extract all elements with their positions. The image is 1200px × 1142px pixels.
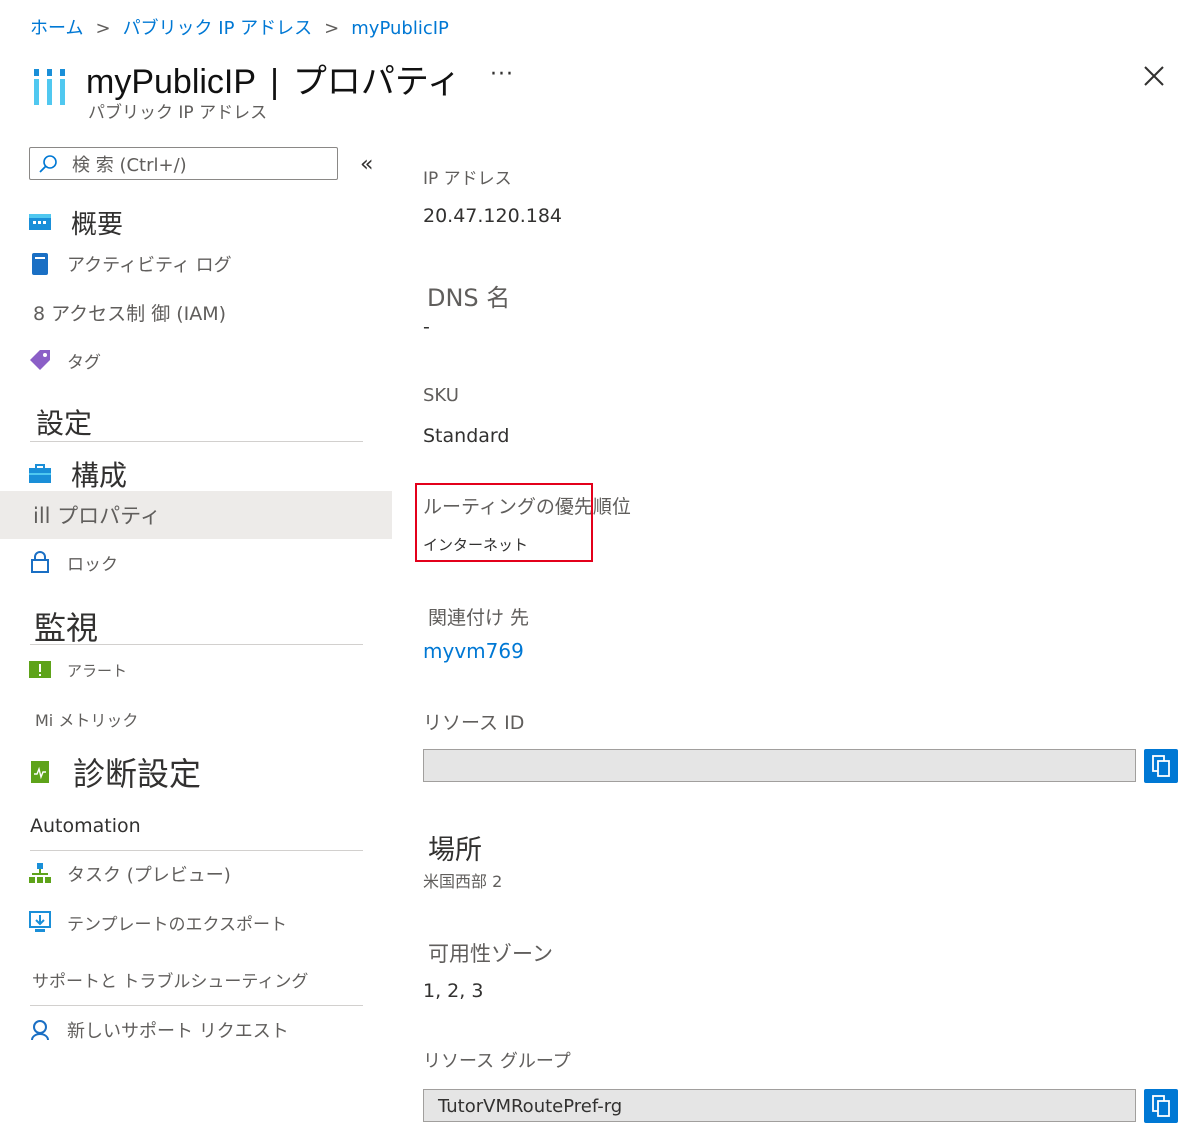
page-subtitle: パブリック IP アドレス [88, 103, 268, 123]
blade-title: プロパティ [292, 63, 461, 101]
dns-name-label: DNS 名 [427, 284, 511, 312]
sidebar-item-diagnostic-settings[interactable]: 診断設定 [0, 750, 392, 794]
sidebar-item-activity-log[interactable]: アクティビティ ログ [0, 250, 392, 278]
location-value: 米国西部 2 [423, 872, 503, 891]
resource-id-field[interactable] [423, 749, 1136, 782]
routing-preference-highlight [415, 483, 593, 562]
sidebar-item-overview[interactable]: 概要 [0, 204, 392, 240]
sidebar-label: 概要 [71, 209, 124, 240]
lock-icon [31, 551, 49, 573]
breadcrumb-separator: > [324, 18, 340, 39]
ip-address-value: 20.47.120.184 [423, 205, 563, 227]
sku-label: SKU [423, 385, 459, 406]
sidebar-item-export-template[interactable]: テンプレートのエクスポート [0, 908, 392, 936]
public-ip-icon [34, 69, 65, 105]
sidebar-label: アクティビティ ログ [67, 255, 232, 276]
more-options-button[interactable]: ··· [490, 62, 514, 87]
section-header-settings: 設定 [30, 404, 363, 442]
sidebar-label: ロック [67, 554, 118, 575]
copy-resource-group-button[interactable] [1144, 1089, 1178, 1123]
breadcrumb-public-ip-link[interactable]: パブリック IP アドレス [123, 18, 313, 39]
sidebar-label: Mi メトリック [35, 711, 139, 730]
breadcrumb: ホーム > パブリック IP アドレス > myPublicIP [30, 14, 449, 40]
associated-to-link[interactable]: myvm769 [423, 639, 524, 663]
sidebar-label: 新しいサポート リクエスト [67, 1021, 289, 1042]
availability-zone-value: 1, 2, 3 [423, 980, 484, 1002]
tag-icon [30, 350, 50, 370]
sidebar-label: テンプレートのエクスポート [67, 914, 287, 935]
tasks-icon [29, 863, 51, 883]
copy-icon [1152, 755, 1170, 777]
resource-group-field[interactable]: TutorVMRoutePref-rg [423, 1089, 1136, 1122]
dns-name-value: - [423, 316, 430, 338]
sidebar-item-tasks[interactable]: タスク (プレビュー) [0, 860, 392, 888]
breadcrumb-home-link[interactable]: ホーム [30, 18, 83, 39]
section-header-automation: Automation [30, 812, 363, 851]
alert-icon [29, 661, 51, 678]
configuration-icon [29, 464, 51, 483]
sku-value: Standard [423, 425, 510, 447]
sidebar-label: ill プロパティ [33, 504, 161, 528]
resource-group-label: リソース グループ [423, 1051, 571, 1072]
title-separator: | [270, 63, 279, 101]
resource-id-label: リソース ID [423, 712, 525, 734]
diagnostic-settings-icon [31, 761, 49, 783]
breadcrumb-current-link[interactable]: myPublicIP [351, 18, 449, 39]
sidebar-item-tags[interactable]: タグ [0, 346, 392, 374]
ip-address-label: IP アドレス [423, 169, 512, 189]
section-header-support: サポートと トラブルシューティング [30, 968, 363, 1006]
sidebar-item-new-support-request[interactable]: 新しいサポート リクエスト [0, 1016, 392, 1044]
resource-name: myPublicIP [86, 63, 257, 101]
sidebar-item-iam[interactable]: 8 アクセス制 御 (IAM) [0, 298, 392, 326]
availability-zone-label: 可用性ゾーン [428, 942, 553, 966]
sidebar-item-alerts[interactable]: アラート [0, 656, 392, 684]
sidebar-label: タスク (プレビュー) [67, 865, 231, 886]
support-request-icon [31, 1020, 49, 1041]
associated-to-label: 関連付け 先 [428, 607, 530, 629]
sidebar-item-configuration[interactable]: 構成 [0, 456, 392, 492]
sidebar-label: 構成 [71, 459, 128, 492]
copy-icon [1152, 1095, 1170, 1117]
activity-log-icon [32, 253, 48, 275]
location-label: 場所 [428, 835, 482, 866]
overview-icon [29, 214, 51, 230]
sidebar-item-properties[interactable]: ill プロパティ [0, 491, 392, 539]
sidebar-label: 8 アクセス制 御 (IAM) [33, 302, 227, 325]
section-header-monitoring: 監視 [30, 607, 363, 647]
breadcrumb-separator: > [95, 18, 111, 39]
sidebar-label: アラート [67, 661, 128, 680]
export-template-icon [29, 911, 51, 932]
search-box [29, 147, 338, 180]
sidebar-label: タグ [67, 352, 101, 373]
page-title: myPublicIP | プロパティ [86, 54, 461, 103]
copy-resource-id-button[interactable] [1144, 749, 1178, 783]
sidebar-item-locks[interactable]: ロック [0, 548, 392, 576]
search-input[interactable] [70, 151, 334, 179]
sidebar-label: 診断設定 [73, 755, 202, 793]
search-icon [39, 155, 57, 173]
close-icon[interactable] [1140, 62, 1168, 90]
collapse-sidebar-button[interactable]: « [360, 152, 373, 177]
sidebar-item-metrics[interactable]: Mi メトリック [0, 705, 392, 733]
